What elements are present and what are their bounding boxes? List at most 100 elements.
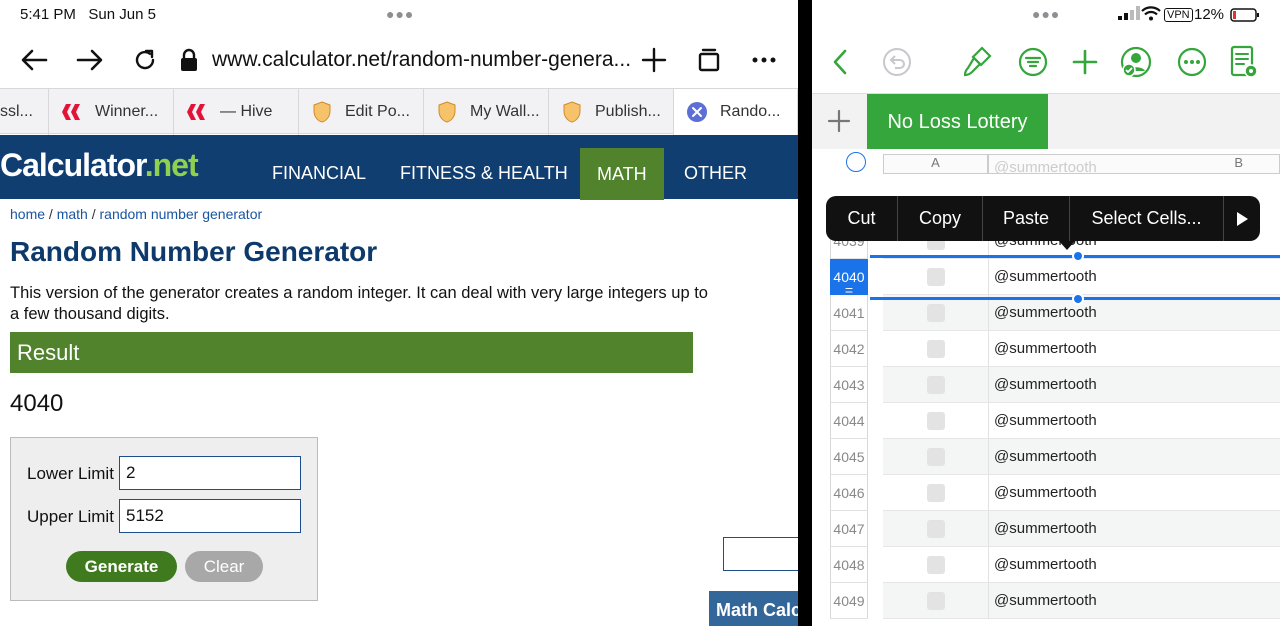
more-options-icon[interactable]: [1174, 44, 1210, 80]
insert-icon[interactable]: [1067, 44, 1103, 80]
checkbox[interactable]: [927, 340, 945, 358]
checkbox[interactable]: [927, 448, 945, 466]
shield-icon: [436, 101, 458, 123]
checkbox[interactable]: [927, 412, 945, 430]
selection-top-handle[interactable]: [1072, 250, 1084, 262]
browser-tab[interactable]: ssl...: [0, 89, 49, 135]
row-header[interactable]: 4047: [830, 511, 868, 547]
cell-value[interactable]: @summertooth: [994, 448, 1097, 465]
menu-fitness-health[interactable]: FITNESS & HEALTH: [400, 163, 568, 184]
tab-label: My Wall...: [470, 103, 540, 120]
menu-other[interactable]: OTHER: [684, 163, 747, 184]
upper-limit-input[interactable]: [119, 499, 301, 533]
breadcrumb-current[interactable]: random number generator: [100, 206, 263, 222]
cell-value[interactable]: @summertooth: [994, 340, 1097, 357]
context-menu: Cut Copy Paste Select Cells...: [826, 196, 1260, 241]
breadcrumb-home[interactable]: home: [10, 206, 45, 222]
collaborate-icon[interactable]: [1118, 44, 1154, 80]
row-header[interactable]: 4042: [830, 331, 868, 367]
cell-value[interactable]: @summertooth: [994, 268, 1097, 285]
checkbox[interactable]: [927, 556, 945, 574]
tab-label: Edit Po...: [345, 103, 410, 120]
table-row: @summertooth: [883, 475, 1280, 511]
close-icon[interactable]: [686, 101, 708, 123]
context-menu-pointer: [1059, 241, 1075, 250]
math-calculators-banner[interactable]: Math Calc: [709, 591, 798, 626]
lock-icon: [171, 40, 207, 80]
tab-label: Publish...: [595, 103, 661, 120]
menu-next-arrow-icon[interactable]: [1224, 196, 1260, 241]
new-tab-icon[interactable]: [636, 40, 672, 80]
menu-financial[interactable]: FINANCIAL: [272, 163, 366, 184]
side-search-input[interactable]: [723, 537, 798, 571]
multitask-dots-icon[interactable]: ●●●: [386, 6, 414, 22]
breadcrumb-math[interactable]: math: [57, 206, 88, 222]
checkbox[interactable]: [927, 268, 945, 286]
cell-value[interactable]: @summertooth: [994, 556, 1097, 573]
browser-tab[interactable]: Winner...: [49, 89, 174, 135]
format-brush-icon[interactable]: [959, 44, 995, 80]
cell-value[interactable]: @summertooth: [994, 304, 1097, 321]
row-header[interactable]: 4044: [830, 403, 868, 439]
checkbox[interactable]: [927, 484, 945, 502]
browser-tab-active[interactable]: Rando...: [674, 89, 798, 135]
row-header[interactable]: 4041: [830, 295, 868, 331]
table-row-selected: @summertooth: [883, 259, 1280, 295]
forward-icon[interactable]: [72, 40, 108, 80]
row-header[interactable]: 4043: [830, 367, 868, 403]
multitask-dots-icon[interactable]: ●●●: [1032, 6, 1060, 22]
table-row: @summertooth: [883, 547, 1280, 583]
checkbox[interactable]: [927, 520, 945, 538]
add-sheet-icon[interactable]: [826, 108, 852, 139]
browser-tab[interactable]: Publish...: [549, 89, 674, 135]
row-header[interactable]: 4049: [830, 583, 868, 619]
more-icon[interactable]: [746, 40, 782, 80]
site-logo[interactable]: Calculator.net: [0, 147, 199, 184]
sort-filter-icon[interactable]: [1015, 44, 1051, 80]
browser-tab[interactable]: My Wall...: [424, 89, 549, 135]
url-bar[interactable]: www.calculator.net/random-number-genera.…: [212, 48, 631, 72]
generate-button[interactable]: Generate: [66, 551, 177, 582]
row-header[interactable]: 4046: [830, 475, 868, 511]
browser-tab[interactable]: — Hive: [174, 89, 299, 135]
copy-menu-item[interactable]: Copy: [898, 196, 983, 241]
tabs-overview-icon[interactable]: [691, 40, 727, 80]
sheet-tab-no-loss-lottery[interactable]: No Loss Lottery: [867, 94, 1048, 150]
cell-value[interactable]: @summertooth: [994, 592, 1097, 609]
paste-menu-item[interactable]: Paste: [983, 196, 1070, 241]
cell-value[interactable]: @summertooth: [994, 520, 1097, 537]
cut-menu-item[interactable]: Cut: [826, 196, 898, 241]
back-icon[interactable]: [822, 44, 858, 80]
document-view-icon[interactable]: [1226, 44, 1262, 80]
row-header[interactable]: 4048: [830, 547, 868, 583]
lower-limit-input[interactable]: [119, 456, 301, 490]
checkbox[interactable]: [927, 592, 945, 610]
select-cells-menu-item[interactable]: Select Cells...: [1070, 196, 1224, 241]
battery-icon: [1230, 8, 1260, 26]
site-header: Calculator.net FINANCIAL FITNESS & HEALT…: [0, 135, 798, 200]
tab-label: ssl...: [0, 103, 33, 120]
back-icon[interactable]: [16, 40, 52, 80]
row-header-selected[interactable]: 4040 =: [830, 259, 868, 298]
table-row: @summertooth: [883, 331, 1280, 367]
cell-value[interactable]: @summertooth: [994, 376, 1097, 393]
browser-tab[interactable]: Edit Po...: [299, 89, 424, 135]
checkbox[interactable]: [927, 304, 945, 322]
undo-icon[interactable]: [879, 44, 915, 80]
page-description: This version of the generator creates a …: [10, 284, 708, 323]
menu-math[interactable]: MATH: [580, 148, 664, 200]
result-header: Result: [10, 332, 693, 373]
checkbox[interactable]: [927, 376, 945, 394]
selection-bottom-handle[interactable]: [1072, 293, 1084, 305]
tab-label: Rando...: [720, 103, 781, 120]
table-row: @summertooth: [883, 367, 1280, 403]
cell-value[interactable]: @summertooth: [994, 412, 1097, 429]
cell-value[interactable]: @summertooth: [994, 484, 1097, 501]
column-header-a[interactable]: A: [883, 154, 988, 174]
reload-icon[interactable]: [127, 40, 163, 80]
row-header[interactable]: 4045: [830, 439, 868, 475]
split-view-divider[interactable]: [798, 0, 812, 626]
table-select-handle[interactable]: [846, 152, 866, 172]
clear-button[interactable]: Clear: [185, 551, 263, 582]
status-time: 5:41 PM Sun Jun 5: [20, 6, 156, 23]
